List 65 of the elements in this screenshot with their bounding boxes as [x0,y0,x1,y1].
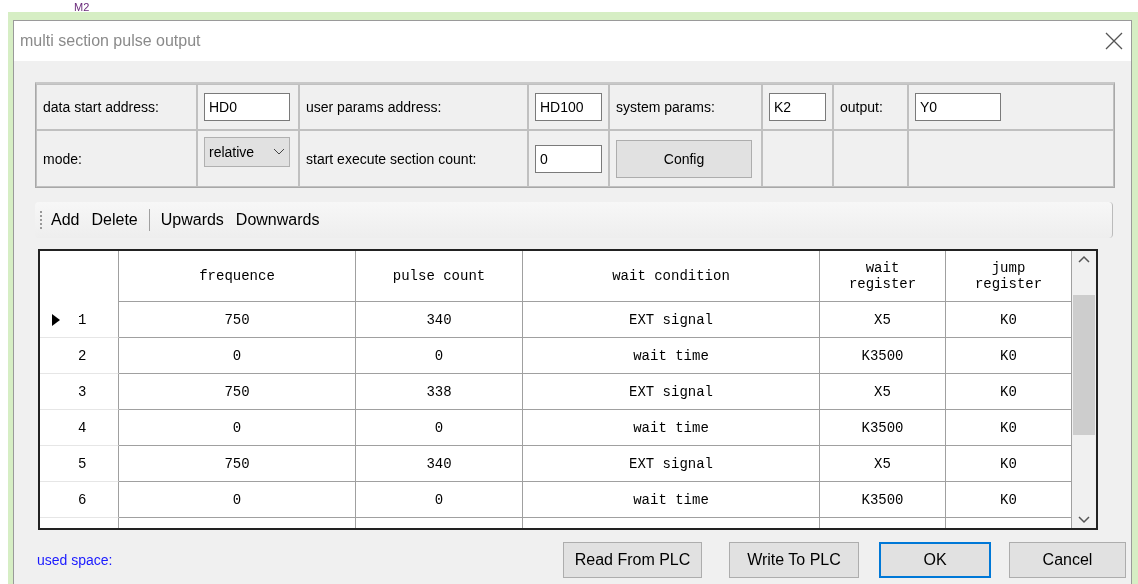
scroll-up-icon[interactable] [1078,255,1090,263]
window-title: multi section pulse output [20,32,201,50]
dialog-button[interactable]: Write To PLC [729,542,859,578]
param-field[interactable]: K2 [769,93,826,121]
table-cell: 0 [119,338,356,374]
row-header[interactable]: 5 [40,446,119,482]
toolbar-button[interactable]: Add [47,209,84,231]
table-cell: 0 [119,410,356,446]
column-header[interactable]: wait register [820,251,946,302]
table-cell: wait time [523,482,820,518]
column-header[interactable]: frequence [119,251,356,302]
table-cell: K3500 [820,338,946,374]
table-cell: EXT signal [523,374,820,410]
param-label: mode: [43,150,82,167]
table-cell: 750 [119,374,356,410]
param-label: system params: [616,99,715,115]
used-space-label: used space: [37,552,113,568]
param-label: start execute section count: [306,150,477,167]
table-cell: wait time [523,338,820,374]
dialog-button[interactable]: Cancel [1009,542,1126,578]
config-button[interactable]: Config [616,139,752,178]
table-cell: X5 [820,446,946,482]
row-header[interactable]: 2 [40,338,119,374]
table-cell: wait time [523,410,820,446]
table-cell: 0 [119,482,356,518]
param-field[interactable]: Y0 [915,93,1001,121]
table-cell: 750 [119,302,356,338]
table-cell: K3500 [820,410,946,446]
table-cell: K3500 [820,482,946,518]
row-header[interactable]: 1 [40,302,119,338]
toolbar-button[interactable]: Upwards [156,209,228,231]
table-cell: 340 [356,302,523,338]
grip-icon [39,210,43,230]
scroll-down-icon[interactable] [1078,516,1090,524]
current-row-icon [52,313,60,326]
param-label: user params address: [306,99,442,115]
table-cell: X5 [820,374,946,410]
table-cell: 0 [356,482,523,518]
close-icon[interactable] [1105,32,1123,50]
dialog-button[interactable]: Read From PLC [563,542,702,578]
chevron-down-icon [273,147,285,156]
param-field[interactable]: 0 [535,144,602,173]
mode-dropdown[interactable]: relative [204,136,290,167]
table-cell: 340 [356,446,523,482]
table-cell: 0 [356,410,523,446]
table-cell: 338 [356,374,523,410]
column-header[interactable]: wait condition [523,251,820,302]
table-cell: X5 [820,302,946,338]
param-field[interactable]: HD0 [204,93,290,121]
table-cell: EXT signal [523,302,820,338]
row-header[interactable]: 3 [40,374,119,410]
table-cell: 0 [356,338,523,374]
toolbar-button[interactable]: Downwards [231,209,324,231]
row-header[interactable]: 4 [40,410,119,446]
param-field[interactable]: HD100 [535,93,602,121]
param-label: output: [840,99,883,115]
table-cell: 750 [119,446,356,482]
table-cell: EXT signal [523,446,820,482]
row-header[interactable]: 6 [40,482,119,518]
column-header[interactable]: pulse count [356,251,523,302]
param-label: data start address: [43,99,159,115]
dialog-button[interactable]: OK [879,542,991,578]
toolbar-button[interactable]: Delete [87,209,142,231]
scrollbar[interactable] [1072,251,1096,528]
rung-label: M2 [74,1,90,13]
